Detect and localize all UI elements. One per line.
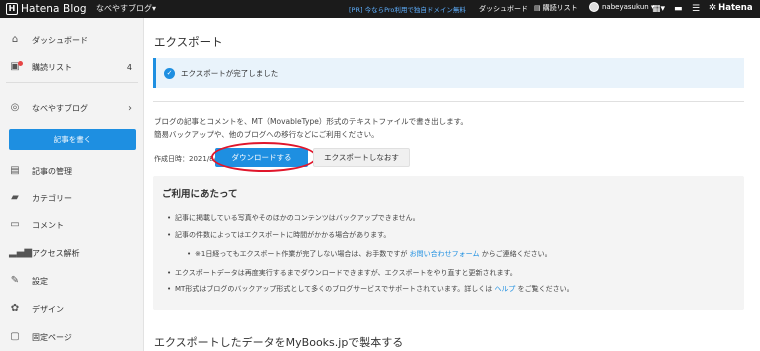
notice-item: • 記事に掲載している写真やそのほかのコンテンツはバックアップできません。 [167,214,420,222]
hatena-label: Hatena [718,3,753,13]
notification-dot [18,61,23,66]
notice-item: • エクスポートデータは再度実行するまでダウンロードできますが、エクスポートをやり… [167,269,517,277]
sidebar-item-settings[interactable]: ✎ 設定 [0,271,144,291]
sidebar: ⌂ ダッシュボード ▣ 購読リスト 4 ◎ なべやすブログ › 記事を書く ▤ … [0,18,144,351]
logo-text: Hatena Blog [21,3,87,15]
sidebar-item-label: カテゴリー [32,193,72,203]
sidebar-item-comment[interactable]: ▭ コメント [0,215,144,235]
write-article-button[interactable]: 記事を書く [9,129,136,150]
notification-icon[interactable]: ▬ [674,3,683,15]
top-bar: H Hatena Blog なべやすブログ▾ [PR] 今ならPro利用で独自ド… [0,0,760,18]
avatar [589,2,599,12]
alert-text: エクスポートが完了しました [181,68,279,78]
sidebar-item-label: 固定ページ [32,332,72,342]
sidebar-item-design[interactable]: ✿ デザイン [0,299,144,319]
usage-notice: ご利用にあたって • 記事に掲載している写真やそのほかのコンテンツはバックアップで… [153,176,744,310]
help-link[interactable]: ヘルプ [494,285,515,293]
page-title: エクスポート [154,35,223,49]
notice-text: エクスポートデータは再度実行するまでダウンロードできますが、エクスポートをやり直… [175,269,517,277]
description-line-1: ブログの記事とコメントを、MT（MovableType）形式のテキストファイルで… [154,117,468,126]
sidebar-item-articles[interactable]: ▤ 記事の管理 [0,161,144,181]
hatena-link[interactable]: ✲ Hatena [709,3,753,13]
sidebar-item-label: 購読リスト [32,62,72,72]
sidebar-item-label: コメント [32,220,64,230]
grid-menu-icon[interactable]: ▦▾ [652,3,665,15]
divider [6,82,138,83]
hamburger-menu-icon[interactable]: ☰ [692,3,700,15]
palette-icon: ✿ [10,303,20,314]
comment-icon: ▭ [10,219,20,230]
sidebar-item-label: 記事の管理 [32,166,72,176]
sidebar-item-label: アクセス解析 [32,248,80,258]
pr-link[interactable]: [PR] 今ならPro利用で独自ドメイン無料 [349,4,466,14]
username: nabeyasukun ▾ [602,3,655,11]
sidebar-item-analytics[interactable]: ▂▄▆ アクセス解析 [0,243,144,263]
notice-text: 記事に掲載している写真やそのほかのコンテンツはバックアップできません。 [175,214,420,222]
notice-text: MT形式はブログのバックアップ形式として多くのブログサービスでサポートされていま… [175,285,493,293]
highlight-ring [211,142,317,172]
chevron-right-icon: › [128,102,132,114]
sidebar-item-reading-list[interactable]: ▣ 購読リスト 4 [0,57,144,77]
notice-item: • ※1日経ってもエクスポート作業が完了しない場合は、お手数ですが お問い合わせフ… [187,250,552,258]
reading-list-link[interactable]: ▤ 購読リスト [534,3,578,13]
reading-list-label: 購読リスト [542,4,578,12]
reexport-button[interactable]: エクスポートしなおす [313,148,410,167]
sidebar-item-pages[interactable]: ▢ 固定ページ [0,327,144,347]
mybooks-section-title: エクスポートしたデータをMyBooks.jpで製本する [154,336,404,349]
notice-text: をご覧ください。 [517,285,574,293]
hatena-blog-logo[interactable]: H Hatena Blog [6,2,87,16]
reading-list-icon: ▤ [534,4,541,12]
check-circle-icon: ✓ [164,67,175,79]
description-line-2: 簡易バックアップや、他のブログへの移行などにご利用ください。 [154,130,379,139]
hatena-sun-icon: ✲ [709,3,717,13]
wrench-icon: ✎ [10,275,20,286]
sidebar-item-blog[interactable]: ◎ なべやすブログ › [0,98,144,118]
page-icon: ▢ [10,331,20,342]
sidebar-item-label: 設定 [32,276,48,286]
hatena-logo-icon: H [6,3,18,15]
notice-text: ※1日経ってもエクスポート作業が完了しない場合は、お手数ですが [195,250,408,258]
reading-count: 4 [126,62,132,72]
divider [153,101,744,102]
success-alert: ✓ エクスポートが完了しました [153,58,744,88]
blog-name-menu[interactable]: なべやすブログ▾ [96,3,156,14]
contact-form-link[interactable]: お問い合わせフォーム [410,250,480,258]
user-menu[interactable]: nabeyasukun ▾ [589,2,654,12]
notice-heading: ご利用にあたって [162,189,238,200]
notice-item: • 記事の件数によってはエクスポートに時間がかかる場合があります。 [167,231,391,239]
home-icon: ⌂ [11,34,19,45]
articles-icon: ▤ [10,165,20,176]
sidebar-item-dashboard[interactable]: ⌂ ダッシュボード [0,30,144,50]
folder-icon: ▰ [11,192,19,203]
notice-item: • MT形式はブログのバックアップ形式として多くのブログサービスでサポートされてい… [167,285,574,293]
sidebar-item-label: ダッシュボード [32,35,88,45]
sidebar-item-label: デザイン [32,304,64,314]
sidebar-item-category[interactable]: ▰ カテゴリー [0,188,144,208]
notice-text: 記事の件数によってはエクスポートに時間がかかる場合があります。 [175,231,391,239]
dashboard-link[interactable]: ダッシュボード [479,4,528,14]
sidebar-item-label: なべやすブログ [32,103,88,113]
chart-icon: ▂▄▆ [9,247,33,258]
blog-icon: ◎ [10,102,20,113]
notice-text: からご連絡ください。 [481,250,552,258]
